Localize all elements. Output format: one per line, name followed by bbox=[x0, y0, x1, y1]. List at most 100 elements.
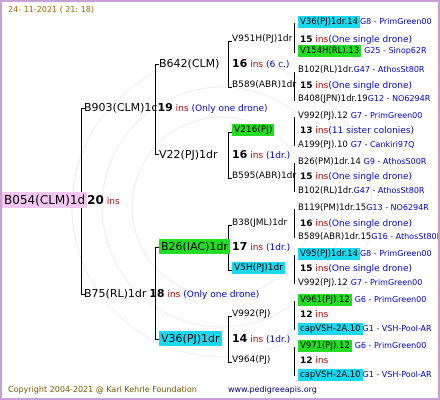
gen2-node: B642(CLM) bbox=[159, 58, 219, 70]
gen4-source: G7 - Cankiri97Q bbox=[350, 140, 415, 149]
connector-line bbox=[294, 23, 295, 53]
gen2-name: V36(PJ)1dr bbox=[159, 331, 222, 346]
gen3-ins: ins bbox=[315, 310, 329, 320]
gen4-node: V992(PJ).12 G7 - PrimGreen00 bbox=[298, 112, 422, 121]
gen4-source: G25 - Sinop62R bbox=[364, 46, 427, 55]
gen3-num: 12 bbox=[300, 356, 313, 366]
gen3-stats: 15 ins(One single drone) bbox=[300, 173, 412, 182]
gen2-ins: ins bbox=[250, 335, 264, 345]
gen4-source: G7 - PrimGreen00 bbox=[350, 278, 423, 287]
gen3-note: (One single drone) bbox=[328, 172, 412, 182]
website-link[interactable]: www.pedigreeapis.org bbox=[228, 386, 317, 394]
root-num: 20 bbox=[87, 193, 104, 207]
gen2-node: V36(PJ)1dr bbox=[159, 331, 222, 346]
gen4-node: B589(ABR)1dr.15G16 - AthosSt80R bbox=[298, 232, 438, 242]
gen4-node: V95(PJ)1dr.14 G8 - PrimGreen00 bbox=[298, 248, 432, 260]
gen3-node: B38(JML)1dr bbox=[232, 219, 287, 228]
gen3-note: (One single drone) bbox=[328, 81, 412, 91]
gen4-name: capVSH-2A.10 bbox=[298, 369, 363, 381]
gen3-note: (One single drone) bbox=[328, 264, 412, 274]
gen1-name: B75(RL)1dr bbox=[84, 287, 147, 300]
gen4-source: G12 - NO6294R bbox=[367, 94, 431, 103]
connector-line bbox=[294, 301, 295, 330]
gen3-name: V216(PJ) bbox=[232, 124, 275, 136]
gen4-source: G1 - VSH-Pool-AR bbox=[362, 324, 432, 333]
gen3-node: B595(ABR)1dr bbox=[232, 172, 296, 181]
gen2-num: 16 bbox=[232, 57, 248, 70]
gen4-node: B26(PM)1dr.14 G9 - AthosS00R bbox=[298, 158, 426, 167]
gen4-name: B26(PM)1dr.14 bbox=[298, 157, 361, 167]
gen3-ins: ins bbox=[315, 35, 329, 45]
gen4-node: V971(PJ).12 G6 - PrimGreen00 bbox=[298, 340, 427, 352]
gen2-node: B26(IAC)1dr bbox=[159, 239, 230, 254]
gen4-source: G47 - AthosSt80R bbox=[353, 186, 425, 195]
gen3-name: V951H(PJ)1dr bbox=[232, 34, 293, 44]
gen3-num: 15 bbox=[300, 81, 313, 91]
gen4-source: G1 - VSH-Pool-AR bbox=[362, 370, 432, 379]
connector-line bbox=[228, 41, 229, 87]
gen1-note: (Only one drone) bbox=[191, 104, 268, 114]
gen3-ins: ins bbox=[315, 356, 329, 366]
connector-line bbox=[294, 347, 295, 376]
gen2-name: V22(PJ)1dr bbox=[159, 148, 218, 161]
gen4-node: V961(PJ).12 G6 - PrimGreen00 bbox=[298, 294, 427, 306]
gen4-node: V154H(RL).13 G25 - Sinop62R bbox=[298, 45, 427, 57]
gen2-note: (1dr.) bbox=[265, 335, 291, 345]
gen2-ins: ins bbox=[250, 60, 264, 70]
gen4-source: G47 - AthosSt80R bbox=[353, 65, 425, 74]
gen4-source: G7 - PrimGreen00 bbox=[350, 111, 423, 120]
gen4-source: G6 - PrimGreen00 bbox=[354, 295, 427, 304]
gen3-num: 15 bbox=[300, 35, 313, 45]
gen3-name: B595(ABR)1dr bbox=[232, 171, 297, 181]
gen2-ins: ins bbox=[250, 151, 264, 161]
gen2-name: B642(CLM) bbox=[159, 57, 220, 70]
gen2-ins: ins bbox=[250, 243, 264, 253]
gen4-node: B102(RL)1dr.G47 - AthosSt80R bbox=[298, 66, 424, 75]
gen3-name: B589(ABR)1dr bbox=[232, 80, 297, 90]
gen3-note: (One single drone) bbox=[328, 219, 412, 229]
gen3-node: V992(PJ) bbox=[232, 310, 270, 319]
gen4-node: V36(PJ)1dr.14 G8 - PrimGreen00 bbox=[298, 16, 432, 28]
gen3-ins: ins bbox=[315, 172, 329, 182]
gen2-num: 16 bbox=[232, 148, 248, 161]
gen4-node: capVSH-2A.10 G1 - VSH-Pool-AR bbox=[298, 369, 432, 381]
gen3-num: 12 bbox=[300, 310, 313, 320]
gen3-stats: 15 ins(One single drone) bbox=[300, 265, 412, 274]
gen4-source: G6 - PrimGreen00 bbox=[354, 341, 427, 350]
gen4-name: A199(PJ).10 bbox=[298, 140, 348, 150]
gen3-name: V992(PJ) bbox=[232, 309, 271, 319]
connector-line bbox=[294, 117, 295, 146]
pedigree-chart: 24- 11-2021 ( 21: 18) B054(CLM)1d 20 ins … bbox=[0, 0, 440, 400]
gen2-node: V22(PJ)1dr bbox=[159, 149, 218, 161]
gen3-ins: ins bbox=[315, 219, 329, 229]
connector-line bbox=[228, 132, 229, 178]
gen4-node: B408(JPN)1dr.19G12 - NO6294R bbox=[298, 95, 430, 104]
connector-line bbox=[294, 209, 295, 238]
gen4-node: A199(PJ).10 G7 - Cankiri97Q bbox=[298, 141, 414, 150]
gen2-stats: 16 ins (6 c.) bbox=[232, 58, 289, 70]
gen4-node: B102(RL)1dr.G47 - AthosSt80R bbox=[298, 187, 424, 196]
gen3-stats: 15 ins(One single drone) bbox=[300, 36, 412, 45]
gen2-note: (6 c.) bbox=[265, 60, 290, 70]
gen3-note: (One single drone) bbox=[328, 35, 412, 45]
gen2-note: (1dr.) bbox=[265, 243, 291, 253]
gen1-note: (Only one drone) bbox=[183, 290, 260, 300]
gen3-node: B589(ABR)1dr bbox=[232, 81, 296, 90]
gen3-note: (11 sister colonies) bbox=[328, 126, 415, 136]
gen4-source: G9 - AthosS00R bbox=[363, 157, 427, 166]
gen3-ins: ins bbox=[315, 81, 329, 91]
gen3-node: V5H(PJ)1dr bbox=[232, 262, 285, 274]
gen3-node: V216(PJ) bbox=[232, 124, 275, 136]
connector-line bbox=[294, 255, 295, 284]
gen4-source: G13 - NO6294R bbox=[366, 203, 429, 212]
gen4-name: B408(JPN)1dr.19 bbox=[298, 94, 368, 104]
gen2-stats: 16 ins (1dr.) bbox=[232, 149, 290, 161]
gen1-name: B903(CLM)1c bbox=[84, 101, 158, 114]
gen3-stats: 12 ins bbox=[300, 311, 328, 320]
root-node: B054(CLM)1d 20 ins bbox=[2, 192, 120, 208]
gen3-stats: 12 ins bbox=[300, 357, 328, 366]
gen4-name: B589(ABR)1dr.15 bbox=[298, 232, 372, 242]
gen4-name: V36(PJ)1dr.14 bbox=[298, 16, 360, 28]
gen3-node: V964(PJ) bbox=[232, 356, 270, 365]
copyright-text: Copyright 2004-2021 @ Karl Kehrle Founda… bbox=[8, 385, 197, 394]
